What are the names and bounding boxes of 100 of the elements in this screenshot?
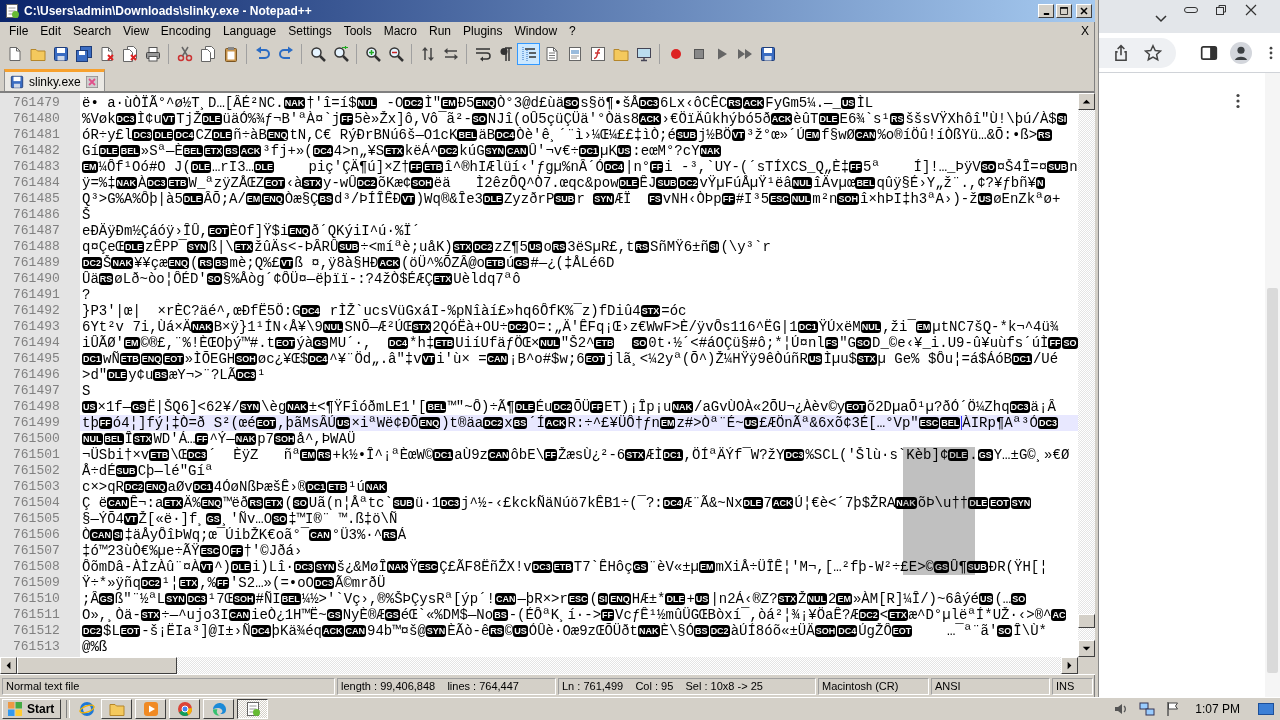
code-text: ššsVŸXhôî"Ù!\þú/À$ [905, 111, 1057, 127]
menu-item[interactable]: File [3, 24, 35, 38]
menu-item[interactable]: Plugins [457, 24, 509, 38]
notepad-icon [244, 701, 261, 717]
copy-icon [199, 45, 216, 62]
control-char-badge: DLE [98, 145, 119, 157]
code-text: š¿&MøÎ [336, 559, 387, 575]
control-char-badge: SUB [115, 465, 137, 477]
horizontal-scrollbar[interactable] [0, 657, 1078, 674]
vertical-scrollbar[interactable] [1078, 93, 1095, 657]
control-char-badge: VT [731, 129, 746, 141]
code-text: ÀIRp¶Aª³Ó [962, 415, 1038, 431]
code-text: ÷<míªè;uåK) [360, 239, 453, 255]
status-text: length : 99,406,848 lines : 764,447 [341, 680, 519, 692]
control-char-badge: DC2 [356, 177, 377, 189]
code-text: -(ÉÔªK¸í·-> [508, 607, 602, 623]
menu-item[interactable]: Language [216, 24, 283, 38]
code-text: ª&6xõ¢3É[…°Vp" [801, 415, 919, 431]
code-text: SñMŸ6±ñ [650, 239, 709, 255]
control-char-badge: NAK [365, 481, 387, 493]
control-char-badge: DC3 [187, 449, 208, 461]
control-char-badge: DC2 [473, 241, 494, 253]
control-char-badge: DC2 [507, 321, 528, 333]
code-text: Ê¬:a [129, 495, 164, 511]
taskbar-button[interactable] [237, 699, 269, 719]
code-text: èûT [793, 111, 819, 127]
menu-item[interactable]: Window [508, 24, 564, 38]
code-text: 3ëSµR£,t [567, 239, 635, 255]
control-char-badge: CAN [494, 593, 517, 605]
code-text: ôbE\ [510, 447, 545, 463]
file-tab[interactable]: slinky.exe [4, 69, 105, 91]
restore-icon [1213, 2, 1229, 18]
minimize-icon [1042, 13, 1050, 15]
menu-item[interactable]: Encoding [154, 24, 217, 38]
code-text: Òæ§Ç [284, 191, 319, 207]
control-char-badge: DC3 [236, 369, 257, 381]
control-char-badge: RS [198, 257, 213, 269]
wrap-icon [474, 45, 491, 62]
control-char-badge: CAN [344, 625, 366, 637]
control-char-badge: NAK [115, 177, 138, 189]
code-text: 0t·½´<#áOÇü§#ô;*¦Ú¤nl [648, 335, 825, 351]
code-text: piç'ÇÄ¶ú]×Z† [307, 159, 410, 175]
code-text: Q³>G%A%Ôþ|à5 [82, 191, 183, 207]
code-text: øc¿¥Œ$ [257, 351, 309, 367]
printer-icon [144, 45, 161, 62]
control-char-badge: ACK [770, 113, 793, 125]
function-curve-icon [589, 45, 606, 62]
control-char-badge: SI [112, 529, 124, 541]
code-text: ÓÛè·Oæ9zŒÕÜðt [528, 623, 638, 639]
code-text: ¸'Ñv…O [221, 511, 273, 527]
control-char-badge: EM [836, 593, 852, 605]
menu-item[interactable]: Edit [34, 24, 68, 38]
code-text: ëä Ì2êzÔQ^Ò7.œqc&pow [433, 175, 619, 191]
close-document-button[interactable]: X [1081, 24, 1089, 38]
menu-item[interactable]: Search [67, 24, 118, 38]
menu-item[interactable]: View [117, 24, 155, 38]
control-char-badge: SUB [675, 129, 697, 141]
two-monitors-icon [1139, 701, 1156, 717]
control-char-badge: VT [124, 513, 138, 525]
scrollbar-thumb[interactable] [17, 657, 177, 674]
code-text: Éu [535, 399, 553, 415]
code-text: µtNC7šQ-*k¬^4ü¾ [932, 319, 1059, 335]
control-char-badge: VT [279, 257, 294, 269]
code-text: §—ÝÕ4 [82, 511, 124, 527]
code-text: —þR×>r [517, 591, 568, 607]
menu-item[interactable]: Run [423, 24, 458, 38]
control-char-badge: NUL [82, 433, 103, 445]
code-text: 94b™¤š@ [367, 623, 426, 639]
code-text: ^Ý— [209, 431, 235, 447]
code-text: %SCL('Šlù·s`Kèb]¢ [805, 447, 949, 463]
maximize-button[interactable] [1056, 4, 1072, 18]
address-bar[interactable] [1099, 37, 1176, 68]
code-text: HÆ±* [631, 591, 666, 607]
code-text: …¯ª¨ã' [945, 623, 998, 639]
code-text: 'S2…»(=•oO [229, 575, 314, 591]
code-text: r [576, 191, 586, 207]
control-char-badge: DC3 [132, 129, 153, 141]
code-text: ü·1 [414, 495, 441, 511]
code-text: î^®hIÆlüí‹'ƒgµ%nÂ [444, 159, 588, 175]
close-button[interactable] [1076, 4, 1092, 18]
minimize-button[interactable] [1038, 4, 1054, 18]
code-text: ñ÷àB [233, 127, 267, 143]
menu-item[interactable]: ? [563, 24, 582, 38]
menu-item[interactable]: Tools [337, 24, 378, 38]
control-char-badge: SUB [656, 177, 678, 189]
indent-guide-button[interactable] [517, 42, 540, 65]
code-text: éŒ`«%DM$—No [400, 607, 494, 623]
code-text: ›€ÖïÄûkhýbó5ð [661, 111, 771, 127]
menu-item[interactable]: Macro [377, 24, 423, 38]
control-char-badge: EM [915, 321, 932, 333]
menu-item[interactable]: Settings [282, 24, 338, 38]
code-text: Uèldq7ªô [453, 271, 521, 287]
scrollbar-thumb[interactable] [1078, 614, 1095, 628]
start-button[interactable]: Start [2, 699, 62, 719]
control-char-badge: DC2 [140, 577, 161, 589]
control-char-badge: DLE [818, 113, 839, 125]
code-text: (\y³`r [720, 239, 771, 255]
code-text: S [82, 383, 91, 399]
control-char-badge: DC2 [483, 417, 504, 429]
scrollbar-thumb[interactable] [1267, 288, 1278, 673]
